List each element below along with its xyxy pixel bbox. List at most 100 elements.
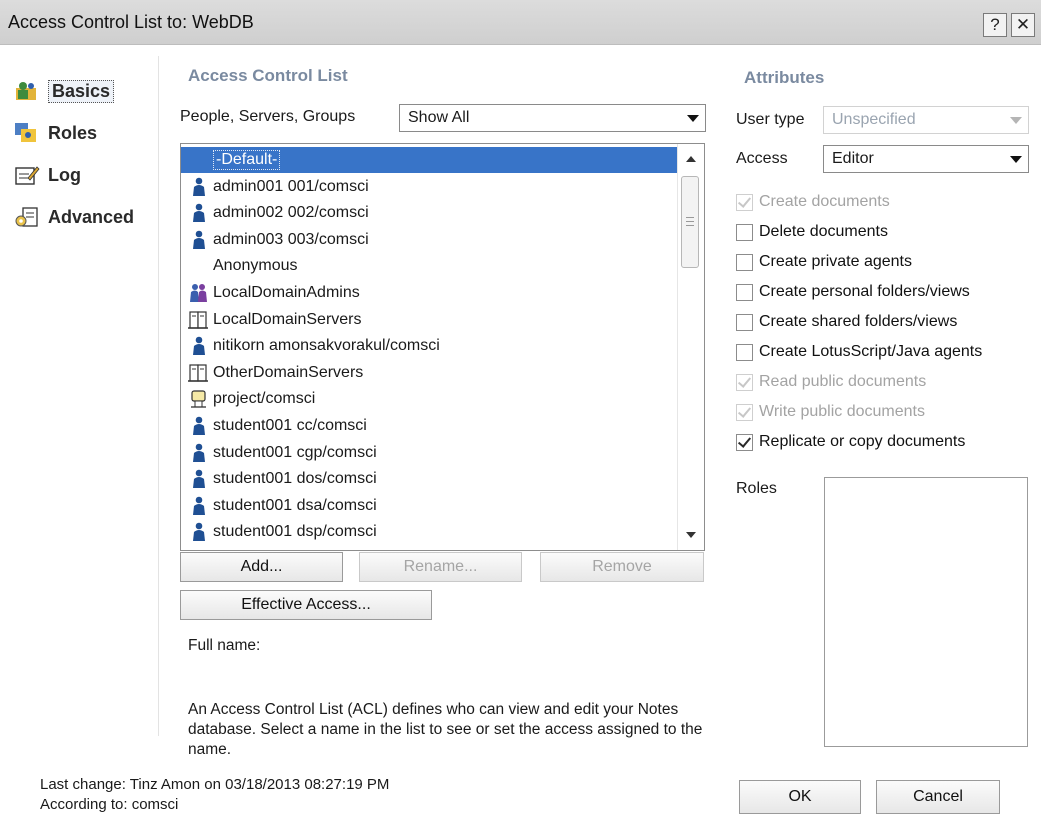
permission-label: Create LotusScript/Java agents — [759, 343, 983, 360]
permission-checkbox[interactable]: Create LotusScript/Java agents — [736, 341, 982, 363]
cancel-button[interactable]: Cancel — [876, 780, 1000, 814]
scroll-up-icon[interactable] — [686, 156, 696, 162]
checkbox-icon[interactable] — [736, 313, 753, 331]
checkbox-icon[interactable] — [736, 253, 753, 271]
checkbox-checked-icon[interactable] — [736, 193, 753, 211]
close-button[interactable]: ✕ — [1011, 13, 1035, 37]
description-line: database. Select a name in the list to s… — [188, 721, 703, 738]
blank-icon — [181, 149, 213, 171]
list-item[interactable]: student001 dsa/comsci — [181, 493, 677, 519]
sidebar-item-label: Roles — [48, 122, 98, 143]
access-level-value: Editor — [832, 150, 874, 167]
checkbox-checked-icon[interactable] — [736, 373, 753, 391]
acl-description: An Access Control List (ACL) defines who… — [188, 700, 788, 760]
checkbox-icon[interactable] — [736, 343, 753, 361]
sidebar-item-log[interactable]: Log — [14, 158, 158, 192]
list-item-label: LocalDomainAdmins — [213, 284, 360, 301]
scroll-thumb[interactable] — [681, 176, 699, 268]
blank-icon — [181, 255, 213, 277]
list-item[interactable]: OtherDomainServers — [181, 360, 677, 386]
filter-label: People, Servers, Groups — [180, 108, 356, 125]
person-icon — [181, 495, 213, 517]
list-item[interactable]: admin003 003/comsci — [181, 227, 677, 253]
chevron-down-icon — [687, 115, 699, 122]
list-item-label: LocalDomainServers — [213, 310, 362, 328]
sidebar-item-basics[interactable]: Basics — [14, 74, 158, 108]
description-line: An Access Control List (ACL) defines who… — [188, 701, 679, 718]
last-change-text: Last change: Tinz Amon on 03/18/2013 08:… — [40, 776, 390, 793]
filter-dropdown[interactable]: Show All — [399, 104, 706, 132]
list-item-label: Anonymous — [213, 257, 298, 275]
remove-button[interactable]: Remove — [540, 552, 704, 582]
permission-checkbox[interactable]: Create documents — [736, 191, 890, 213]
roles-list[interactable] — [824, 477, 1028, 747]
permission-checkbox[interactable]: Create personal folders/views — [736, 281, 970, 303]
acl-entry-list[interactable]: -Default-admin001 001/comsci admin002 002… — [180, 143, 705, 551]
permission-checkbox[interactable]: Replicate or copy documents — [736, 431, 965, 453]
access-level-dropdown[interactable]: Editor — [823, 145, 1029, 173]
list-item[interactable]: LocalDomainAdmins — [181, 280, 677, 306]
list-item-label: -Default- — [213, 150, 281, 170]
checkbox-icon[interactable] — [736, 283, 753, 301]
list-scrollbar[interactable] — [677, 144, 704, 550]
sidebar-item-advanced[interactable]: Advanced — [14, 200, 158, 234]
list-item[interactable]: nitikorn amonsakvorakul/comsci — [181, 333, 677, 359]
list-item[interactable]: admin002 002/comsci — [181, 200, 677, 226]
server-icon — [181, 388, 213, 410]
permission-label: Create documents — [759, 193, 890, 210]
roles-label: Roles — [736, 480, 777, 497]
checkbox-icon[interactable] — [736, 223, 753, 241]
checkbox-checked-icon[interactable] — [736, 433, 753, 451]
list-item-label: student001 dsp/comsci — [213, 523, 377, 541]
list-item-label: project/comsci — [213, 390, 316, 408]
server-group-icon — [181, 309, 213, 331]
description-line: name. — [188, 741, 232, 758]
scroll-down-icon[interactable] — [686, 532, 696, 538]
list-item[interactable]: student001 dsp/comsci — [181, 519, 677, 545]
list-item[interactable]: LocalDomainServers — [181, 307, 677, 333]
add-button[interactable]: Add... — [180, 552, 343, 582]
permission-checkbox[interactable]: Delete documents — [736, 221, 888, 243]
list-item[interactable]: student001 dos/comsci — [181, 466, 677, 492]
user-type-dropdown[interactable]: Unspecified — [823, 106, 1029, 134]
according-to-text: According to: comsci — [40, 796, 179, 813]
list-item[interactable]: student001 cgp/comsci — [181, 440, 677, 466]
list-item-label: admin003 003/comsci — [213, 230, 369, 248]
user-type-label: User type — [736, 111, 805, 128]
person-icon — [181, 335, 213, 357]
list-item[interactable]: Anonymous — [181, 253, 677, 279]
acl-heading: Access Control List — [188, 66, 348, 85]
person-icon — [181, 468, 213, 490]
log-icon — [14, 164, 40, 186]
list-item[interactable]: project/comsci — [181, 386, 677, 412]
checkbox-checked-icon[interactable] — [736, 403, 753, 421]
person-icon — [181, 176, 213, 198]
rename-button[interactable]: Rename... — [359, 552, 522, 582]
permission-label: Read public documents — [759, 373, 927, 390]
list-item[interactable]: admin001 001/comsci — [181, 174, 677, 200]
permission-checkbox[interactable]: Write public documents — [736, 401, 925, 423]
roles-icon — [14, 122, 40, 144]
server-group-icon — [181, 362, 213, 384]
sidebar-item-roles[interactable]: Roles — [14, 116, 158, 150]
list-item-label: admin002 002/comsci — [213, 204, 369, 222]
list-item-label: OtherDomainServers — [213, 363, 364, 381]
window-title: Access Control List to: WebDB — [8, 12, 254, 32]
group-icon — [181, 282, 213, 304]
list-item[interactable]: student001 cc/comsci — [181, 413, 677, 439]
effective-access-button[interactable]: Effective Access... — [180, 590, 432, 620]
ok-button[interactable]: OK — [739, 780, 861, 814]
help-button[interactable]: ? — [983, 13, 1007, 37]
list-item-label: student001 dsa/comsci — [213, 496, 377, 514]
permission-checkbox[interactable]: Create shared folders/views — [736, 311, 957, 333]
list-item[interactable]: -Default- — [181, 147, 677, 173]
list-item-label: student001 dos/comsci — [213, 470, 377, 488]
nav-divider — [158, 56, 159, 736]
list-item-label: nitikorn amonsakvorakul/comsci — [213, 337, 440, 355]
permission-checkbox[interactable]: Create private agents — [736, 251, 912, 273]
advanced-icon — [14, 206, 40, 228]
list-item-label: student001 cgp/comsci — [213, 443, 377, 461]
permission-label: Create personal folders/views — [759, 283, 970, 300]
permission-checkbox[interactable]: Read public documents — [736, 371, 926, 393]
permission-label: Replicate or copy documents — [759, 433, 966, 450]
